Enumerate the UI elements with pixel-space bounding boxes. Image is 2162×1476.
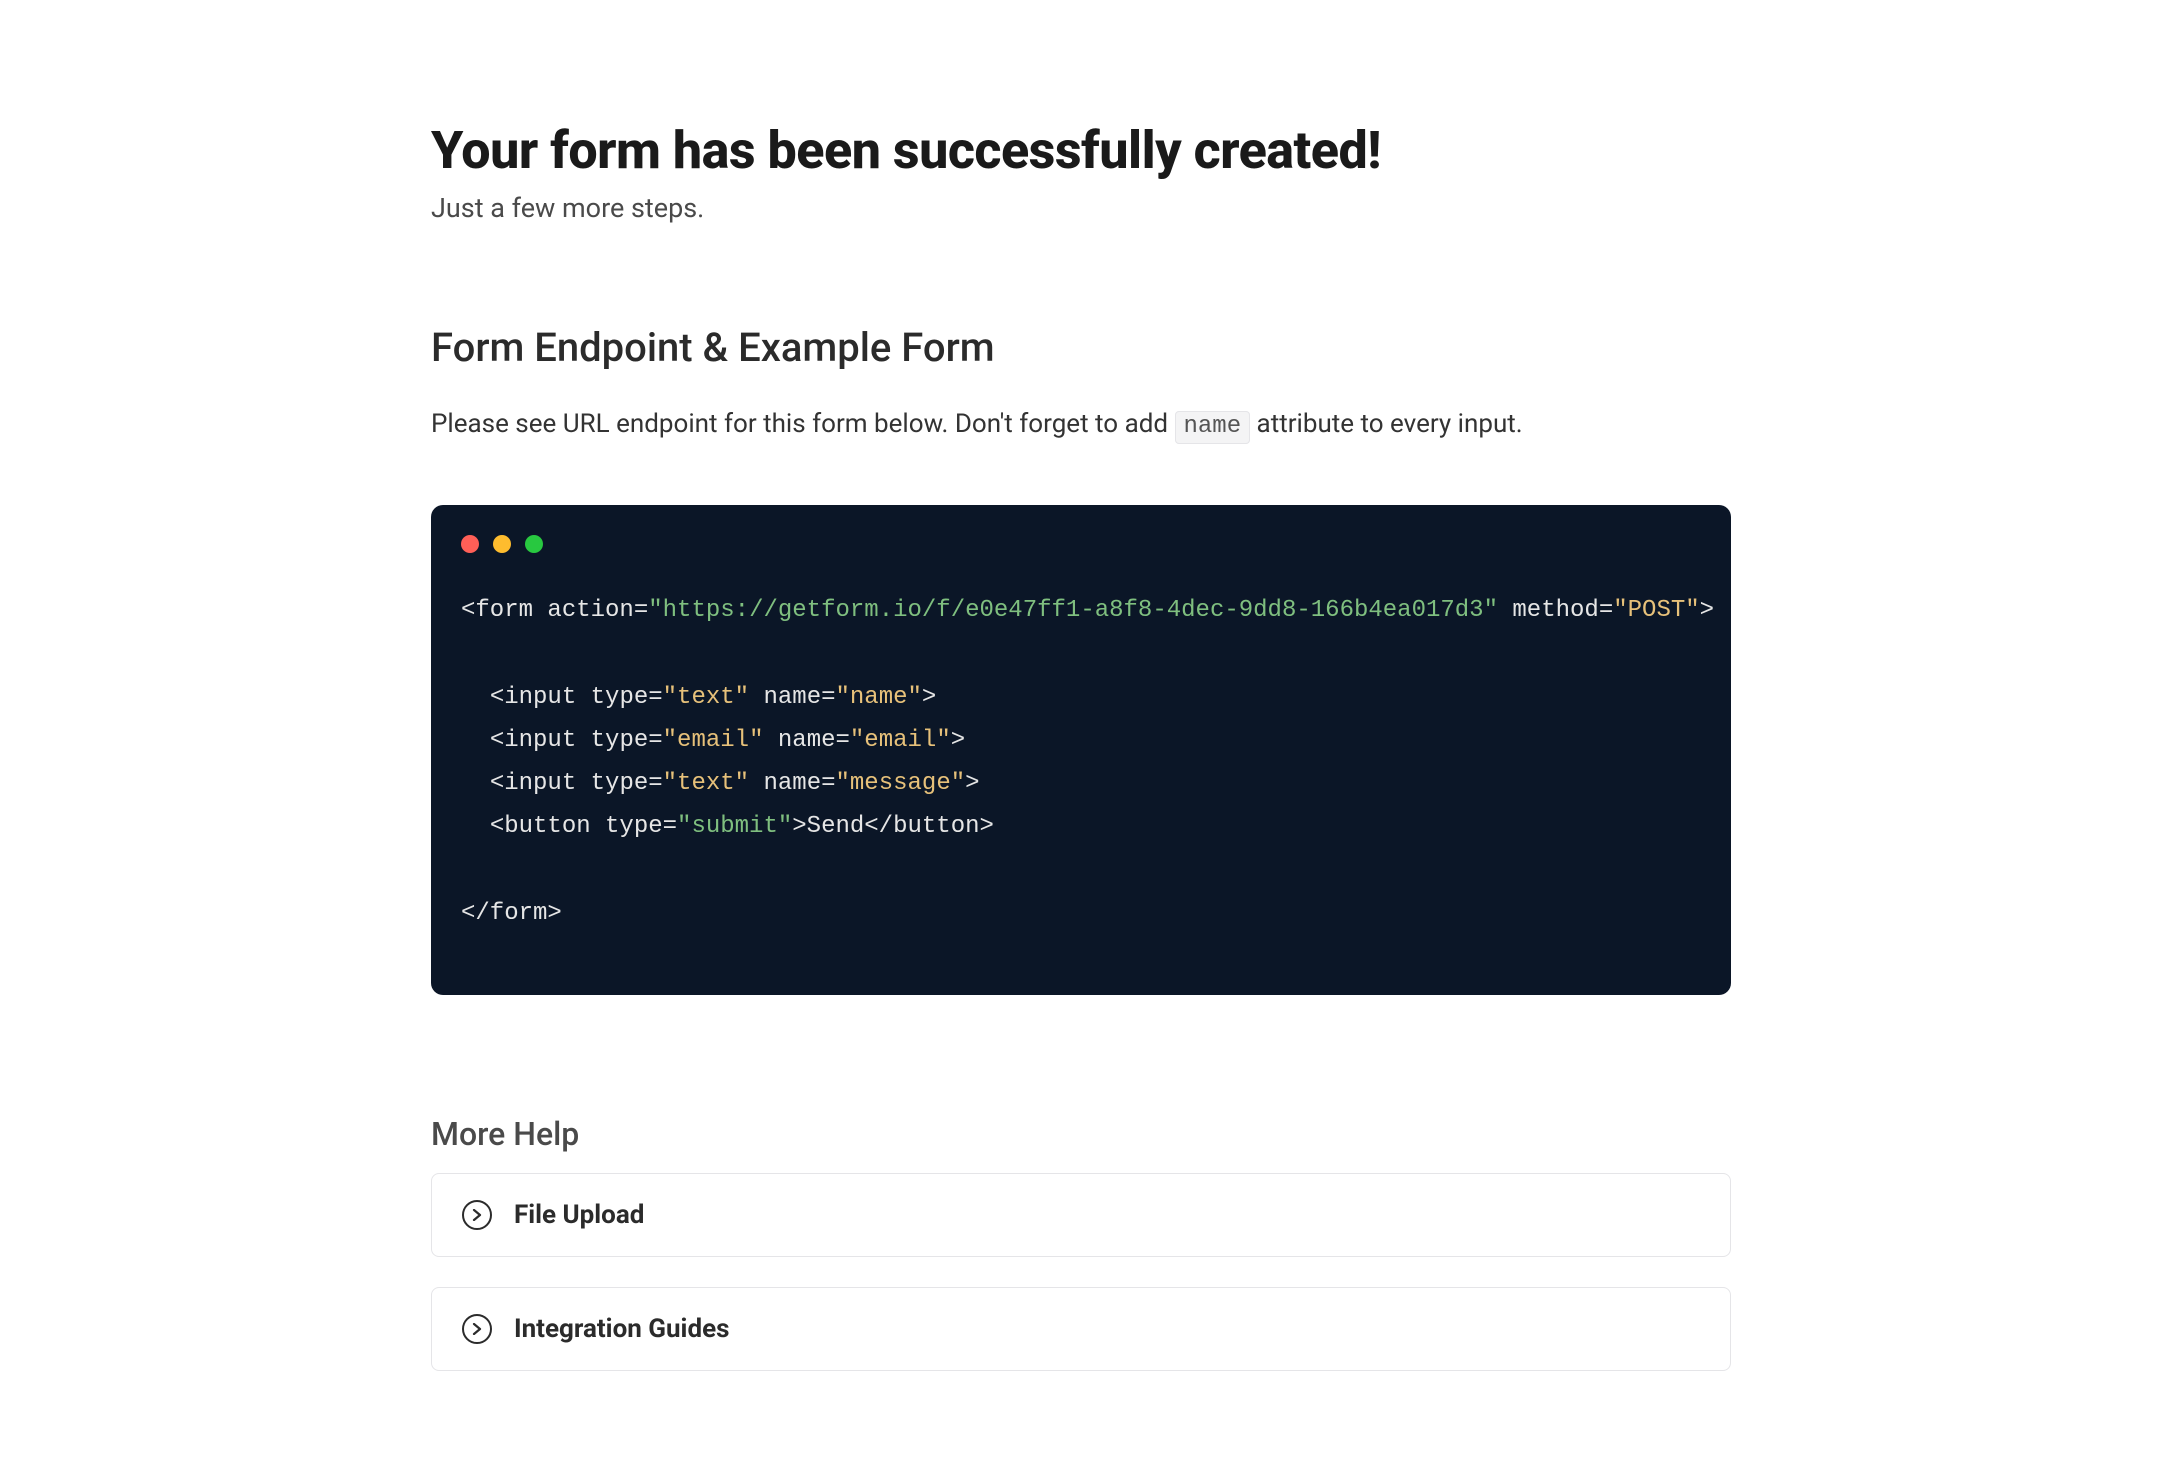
window-dots	[461, 535, 1701, 553]
code-example-card: <form action="https://getform.io/f/e0e47…	[431, 505, 1731, 995]
page-subtitle: Just a few more steps.	[431, 192, 1731, 224]
inline-code-name: name	[1175, 411, 1251, 444]
more-help-heading: More Help	[431, 1115, 1731, 1153]
chevron-right-icon	[462, 1314, 492, 1344]
chevron-right-icon	[462, 1200, 492, 1230]
window-dot-zoom-icon	[525, 535, 543, 553]
endpoint-desc-after: attribute to every input.	[1250, 409, 1523, 439]
endpoint-desc-before: Please see URL endpoint for this form be…	[431, 409, 1175, 439]
accordion-item-file-upload[interactable]: File Upload	[431, 1173, 1731, 1257]
accordion-label: Integration Guides	[514, 1314, 729, 1344]
page-title: Your form has been successfully created!	[431, 120, 1731, 182]
accordion-label: File Upload	[514, 1200, 644, 1230]
accordion-item-integration-guides[interactable]: Integration Guides	[431, 1287, 1731, 1371]
window-dot-minimize-icon	[493, 535, 511, 553]
endpoint-heading: Form Endpoint & Example Form	[431, 324, 1731, 371]
code-snippet[interactable]: <form action="https://getform.io/f/e0e47…	[461, 589, 1701, 935]
window-dot-close-icon	[461, 535, 479, 553]
endpoint-description: Please see URL endpoint for this form be…	[431, 405, 1731, 445]
